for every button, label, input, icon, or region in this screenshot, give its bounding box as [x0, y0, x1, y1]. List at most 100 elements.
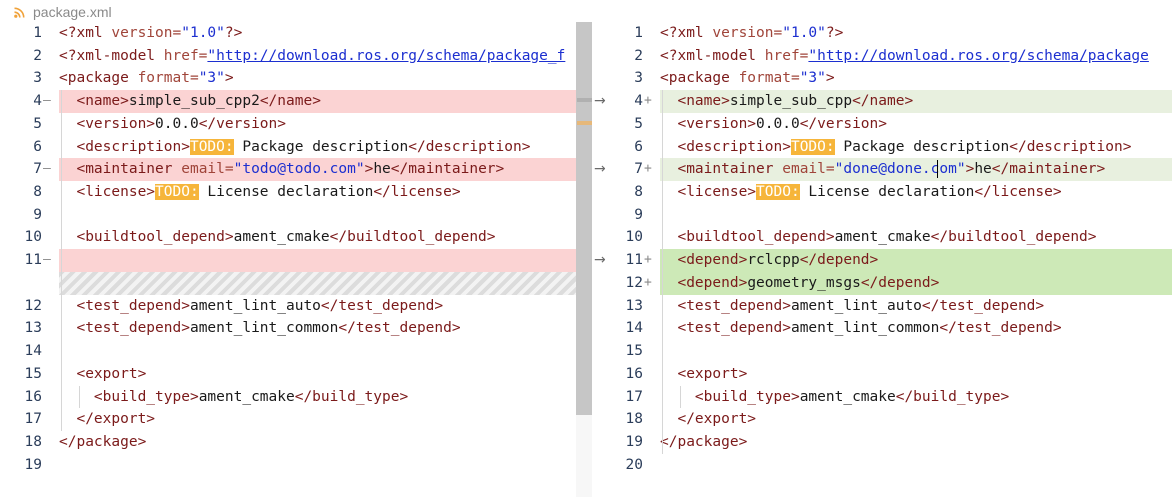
code-line[interactable]: 10 <buildtool_depend>ament_cmake</buildt…: [0, 226, 576, 249]
code-line[interactable]: 12 <test_depend>ament_lint_auto</test_de…: [0, 295, 576, 318]
code-token: </buildtool_depend>: [930, 229, 1097, 246]
code-text: </package>: [660, 431, 747, 454]
code-token: format=: [137, 70, 199, 87]
code-line[interactable]: 7— <maintainer email="todo@todo.com">he<…: [0, 158, 576, 182]
code-text: <buildtool_depend>ament_cmake</buildtool…: [59, 226, 495, 249]
code-line[interactable]: 14: [0, 340, 576, 363]
code-line[interactable]: 3 <package format="3">: [592, 67, 1172, 90]
right-editor-pane[interactable]: 1 <?xml version="1.0"?> 2 <?xml-model href=…: [592, 22, 1172, 497]
code-line[interactable]: 11—: [0, 249, 576, 272]
line-number: 19: [24, 456, 42, 473]
code-line[interactable]: 14 <test_depend>ament_lint_common</test_…: [592, 317, 1172, 340]
code-token: </export>: [677, 411, 757, 428]
code-line[interactable]: 4— <name>simple_sub_cpp2</name>: [0, 90, 576, 113]
code-line[interactable]: 15: [592, 340, 1172, 363]
line-number: 17: [625, 388, 643, 405]
code-line[interactable]: 16 <export>: [592, 363, 1172, 386]
code-line[interactable]: 4 + <name>simple_sub_cpp</name>: [592, 90, 1172, 113]
code-text: <test_depend>ament_lint_auto</test_depen…: [660, 295, 1044, 318]
code-text: <description>TODO: Package description</…: [660, 136, 1131, 159]
left-editor-pane[interactable]: 1 <?xml version="1.0"?> 2 <?xml-model href=…: [0, 22, 576, 497]
line-number: 4: [33, 93, 42, 110]
code-token: <maintainer: [677, 161, 783, 178]
line-number: 7: [33, 161, 42, 178]
code-token: <depend>: [677, 274, 748, 291]
code-token: License declaration: [799, 184, 975, 201]
code-token: email=: [782, 161, 835, 178]
code-token: email=: [181, 161, 234, 178]
code-line[interactable]: [0, 271, 576, 295]
code-line[interactable]: 19 </package>: [592, 431, 1172, 454]
code-line[interactable]: 18 </package>: [0, 431, 576, 454]
code-line[interactable]: 19: [0, 454, 576, 477]
code-line[interactable]: 12 + <depend>geometry_msgs</depend>: [592, 271, 1172, 295]
code-line[interactable]: 17 <build_type>ament_cmake</build_type>: [592, 386, 1172, 409]
tab-package-xml[interactable]: package.xml: [14, 0, 112, 24]
code-line[interactable]: 7 + <maintainer email="done@done.com">he<…: [592, 158, 1172, 182]
apply-change-arrow-icon[interactable]: →: [594, 93, 610, 109]
code-line[interactable]: 8 <license>TODO: License declaration</li…: [592, 181, 1172, 204]
code-token: Package description: [233, 138, 409, 155]
code-token: ament_cmake: [834, 229, 931, 246]
code-line[interactable]: 11 + <depend>rclcpp</depend>: [592, 249, 1172, 272]
tab-title: package.xml: [33, 4, 112, 20]
code-line[interactable]: 6 <description>TODO: Package description…: [592, 136, 1172, 159]
code-token: geometry_msgs: [747, 274, 861, 291]
code-line[interactable]: 8 <license>TODO: License declaration</li…: [0, 181, 576, 204]
code-line[interactable]: 3 <package format="3">: [0, 67, 576, 90]
code-token: </maintainer>: [390, 161, 505, 178]
code-token: ?>: [825, 25, 844, 41]
apply-change-arrow-icon[interactable]: →: [594, 161, 610, 177]
code-line[interactable]: 1 <?xml version="1.0"?>: [592, 22, 1172, 45]
code-line[interactable]: 9: [0, 204, 576, 227]
code-line[interactable]: 13 <test_depend>ament_lint_auto</test_de…: [592, 295, 1172, 318]
code-token: <license>: [76, 184, 156, 201]
added-marker: +: [644, 161, 652, 177]
line-number: 2: [634, 47, 643, 64]
line-number: 12: [625, 274, 643, 291]
code-token: ?>: [224, 25, 243, 41]
left-scrollbar-thumb[interactable]: [576, 22, 592, 415]
code-line[interactable]: 2 <?xml-model href="http://download.ros.o…: [0, 45, 576, 68]
line-number: 14: [625, 320, 643, 337]
code-token: 0.0.0: [155, 115, 199, 132]
code-line[interactable]: 1 <?xml version="1.0"?>: [0, 22, 576, 45]
code-token: simple_sub_cpp: [729, 93, 853, 110]
code-text: <version>0.0.0</version>: [59, 113, 286, 136]
code-token: </depend>: [799, 252, 879, 269]
code-token: <build_type>: [93, 388, 199, 405]
line-number: 10: [24, 229, 42, 246]
line-number: 3: [33, 70, 42, 87]
code-line[interactable]: 16 <build_type>ament_cmake</build_type>: [0, 386, 576, 409]
code-line[interactable]: 6 <description>TODO: Package description…: [0, 136, 576, 159]
todo-badge: TODO:: [756, 184, 800, 201]
diff-placeholder: [59, 271, 576, 295]
line-number: 13: [625, 297, 643, 314]
code-text: <package format="3">: [59, 67, 234, 90]
code-token: he: [373, 161, 391, 178]
todo-badge: TODO:: [189, 138, 234, 155]
code-line[interactable]: 13 <test_depend>ament_lint_common</test_…: [0, 317, 576, 340]
code-line[interactable]: 5 <version>0.0.0</version>: [592, 113, 1172, 136]
code-line[interactable]: 9: [592, 204, 1172, 227]
code-line[interactable]: 18 </export>: [592, 408, 1172, 431]
editor-tab-bar: package.xml: [0, 0, 1172, 24]
line-number: 8: [634, 184, 643, 201]
code-line[interactable]: 17 </export>: [0, 408, 576, 431]
line-number: 16: [24, 388, 42, 405]
apply-change-arrow-icon[interactable]: →: [594, 252, 610, 268]
code-token: <version>: [76, 115, 156, 132]
code-line[interactable]: 2 <?xml-model href="http://download.ros.o…: [592, 45, 1172, 68]
code-text: <test_depend>ament_lint_auto</test_depen…: [59, 295, 443, 318]
code-line[interactable]: 20: [592, 454, 1172, 477]
line-number: 18: [24, 433, 42, 450]
code-token: "done@done.com": [834, 161, 966, 178]
code-line[interactable]: 5 <version>0.0.0</version>: [0, 113, 576, 136]
code-token: "todo@todo.com": [233, 161, 365, 178]
code-line[interactable]: 15 <export>: [0, 363, 576, 386]
code-line[interactable]: 10 <buildtool_depend>ament_cmake</buildt…: [592, 226, 1172, 249]
line-number: 11: [24, 252, 42, 269]
line-number: 15: [24, 365, 42, 382]
